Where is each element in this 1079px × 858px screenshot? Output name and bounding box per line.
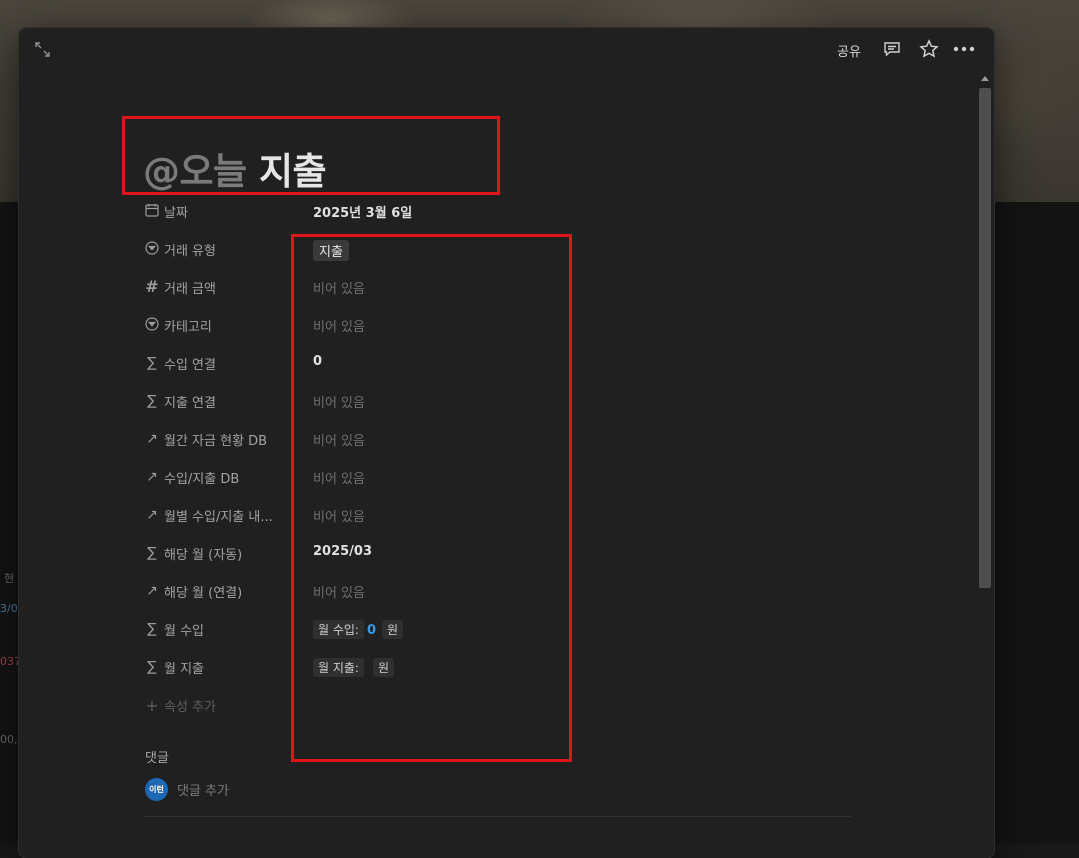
background-text-fragment: 3/0 bbox=[0, 602, 18, 615]
avatar: 이런 bbox=[145, 778, 168, 801]
property-name: 카테고리 bbox=[164, 320, 212, 335]
property-name: 거래 금액 bbox=[164, 282, 216, 297]
add-comment-input[interactable]: 댓글 추가 bbox=[177, 780, 229, 799]
formula-icon: ∑ bbox=[147, 659, 157, 675]
formula-icon: ∑ bbox=[147, 393, 157, 409]
select-icon bbox=[144, 317, 160, 333]
more-icon[interactable] bbox=[953, 40, 975, 62]
add-property-button[interactable]: + 속성 추가 bbox=[144, 696, 216, 715]
relation-arrow-icon: ↗ bbox=[146, 469, 158, 485]
select-icon bbox=[144, 241, 160, 257]
formula-icon: ∑ bbox=[147, 621, 157, 637]
divider bbox=[145, 816, 851, 817]
property-row-date[interactable]: 날짜 2025년 3월 6일 bbox=[144, 199, 904, 225]
highlight-box-values bbox=[291, 234, 572, 762]
expand-icon[interactable] bbox=[35, 42, 50, 61]
property-name: 월간 자금 현황 DB bbox=[164, 434, 268, 449]
comment-icon[interactable] bbox=[883, 40, 901, 62]
formula-icon: ∑ bbox=[147, 545, 157, 561]
property-name: 수입 연결 bbox=[164, 358, 216, 373]
add-property-label: 속성 추가 bbox=[164, 700, 216, 715]
property-name: 월 지출 bbox=[164, 662, 205, 677]
comments-heading: 댓글 bbox=[145, 751, 169, 766]
title-text: 지출 bbox=[258, 150, 327, 193]
formula-icon: ∑ bbox=[147, 355, 157, 371]
property-name: 해당 월 (자동) bbox=[164, 548, 243, 563]
scrollbar[interactable] bbox=[978, 76, 992, 858]
page-title[interactable]: @오늘 지출 bbox=[143, 141, 327, 195]
number-icon: # bbox=[145, 277, 159, 296]
share-button[interactable]: 공유 bbox=[837, 41, 861, 60]
plus-icon: + bbox=[145, 696, 159, 715]
scrollbar-thumb[interactable] bbox=[979, 88, 991, 588]
star-icon[interactable] bbox=[919, 39, 939, 63]
property-name: 날짜 bbox=[164, 206, 188, 221]
background-text-fragment: 037 bbox=[0, 655, 21, 668]
relation-arrow-icon: ↗ bbox=[146, 583, 158, 599]
background-text-fragment: 현 bbox=[4, 572, 15, 585]
property-name: 거래 유형 bbox=[164, 244, 216, 259]
calendar-icon bbox=[144, 203, 160, 219]
scroll-up-arrow-icon[interactable] bbox=[981, 76, 989, 81]
property-name: 수입/지출 DB bbox=[164, 472, 240, 487]
title-date-mention[interactable]: @오늘 bbox=[143, 150, 247, 193]
relation-arrow-icon: ↗ bbox=[146, 507, 158, 523]
relation-arrow-icon: ↗ bbox=[146, 431, 158, 447]
property-name: 해당 월 (연결) bbox=[164, 586, 243, 601]
property-name: 지출 연결 bbox=[164, 396, 216, 411]
page-peek-modal: 공유 @오늘 지출 날짜 2025년 3월 6일 거래 유형 지출 # 거래 금… bbox=[19, 28, 994, 858]
property-value[interactable]: 2025년 3월 6일 bbox=[313, 202, 412, 221]
property-name: 월별 수입/지출 내... bbox=[164, 510, 273, 525]
property-name: 월 수입 bbox=[164, 624, 205, 639]
